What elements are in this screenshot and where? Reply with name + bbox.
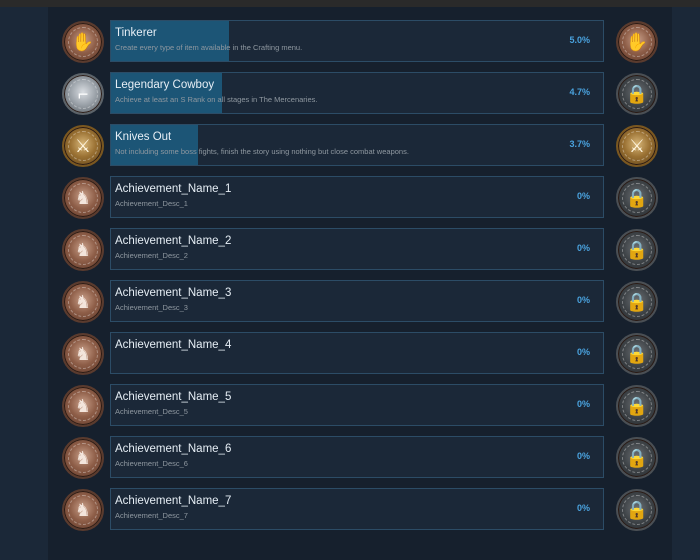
achievement-percent: 0%	[576, 191, 590, 201]
achievement-description: Achievement_Desc_6	[115, 459, 188, 468]
achievement-card[interactable]: Achievement_Name_3 Achievement_Desc_3 0%	[110, 280, 604, 322]
achievement-percent: 0%	[576, 295, 590, 305]
achievement-row[interactable]: ♞ Achievement_Name_1 Achievement_Desc_1 …	[62, 176, 658, 220]
character-icon: ♞	[62, 229, 104, 271]
achievement-description: Not including some boss fights, finish t…	[115, 147, 409, 156]
achievement-description: Achievement_Desc_1	[115, 199, 188, 208]
achievement-title: Achievement_Name_6	[115, 443, 232, 455]
character-icon: ♞	[62, 385, 104, 427]
achievement-percent: 0%	[576, 503, 590, 513]
lock-icon: 🔒	[616, 437, 658, 479]
achievement-title: Legendary Cowboy	[115, 79, 215, 91]
achievement-row[interactable]: ♞ Achievement_Name_6 Achievement_Desc_6 …	[62, 436, 658, 480]
achievement-percent: 5.0%	[569, 35, 590, 45]
achievement-title: Achievement_Name_5	[115, 391, 232, 403]
achievement-percent: 0%	[576, 243, 590, 253]
knife-icon: ⚔	[616, 125, 658, 167]
achievement-row[interactable]: ♞ Achievement_Name_3 Achievement_Desc_3 …	[62, 280, 658, 324]
achievement-card[interactable]: Achievement_Name_1 Achievement_Desc_1 0%	[110, 176, 604, 218]
achievement-title: Achievement_Name_3	[115, 287, 232, 299]
achievement-title: Achievement_Name_1	[115, 183, 232, 195]
hand-icon: ✋	[62, 21, 104, 63]
lock-icon: 🔒	[616, 489, 658, 531]
achievement-title: Achievement_Name_2	[115, 235, 232, 247]
achievement-percent: 4.7%	[569, 87, 590, 97]
lock-icon: 🔒	[616, 177, 658, 219]
lock-icon: 🔒	[616, 73, 658, 115]
achievement-card[interactable]: Achievement_Name_4 0%	[110, 332, 604, 374]
achievement-percent: 0%	[576, 347, 590, 357]
achievement-card[interactable]: Knives Out Not including some boss fight…	[110, 124, 604, 166]
character-icon: ♞	[62, 489, 104, 531]
revolver-icon: ⌐	[62, 73, 104, 115]
character-icon: ♞	[62, 437, 104, 479]
achievement-percent: 0%	[576, 451, 590, 461]
achievement-card[interactable]: Achievement_Name_7 Achievement_Desc_7 0%	[110, 488, 604, 530]
achievement-title: Knives Out	[115, 131, 172, 143]
hand-icon: ✋	[616, 21, 658, 63]
lock-icon: 🔒	[616, 281, 658, 323]
achievement-title: Tinkerer	[115, 27, 157, 39]
achievement-description: Achievement_Desc_7	[115, 511, 188, 520]
achievement-title: Achievement_Name_7	[115, 495, 232, 507]
achievement-row[interactable]: ♞ Achievement_Name_2 Achievement_Desc_2 …	[62, 228, 658, 272]
lock-icon: 🔒	[616, 385, 658, 427]
character-icon: ♞	[62, 333, 104, 375]
achievement-description: Achievement_Desc_5	[115, 407, 188, 416]
achievement-description: Achievement_Desc_2	[115, 251, 188, 260]
achievement-row[interactable]: ⚔ Knives Out Not including some boss fig…	[62, 124, 658, 168]
achievement-percent: 3.7%	[569, 139, 590, 149]
character-icon: ♞	[62, 281, 104, 323]
achievement-row[interactable]: ✋ Tinkerer Create every type of item ava…	[62, 20, 658, 64]
achievement-description: Achieve at least an S Rank on all stages…	[115, 95, 318, 104]
achievement-description: Achievement_Desc_3	[115, 303, 188, 312]
lock-icon: 🔒	[616, 333, 658, 375]
achievement-row[interactable]: ⌐ Legendary Cowboy Achieve at least an S…	[62, 72, 658, 116]
achievement-percent: 0%	[576, 399, 590, 409]
achievement-row[interactable]: ♞ Achievement_Name_4 0% 🔒	[62, 332, 658, 376]
achievement-title: Achievement_Name_4	[115, 339, 232, 351]
achievement-card[interactable]: Tinkerer Create every type of item avail…	[110, 20, 604, 62]
top-bar	[0, 0, 700, 7]
achievement-row[interactable]: ♞ Achievement_Name_7 Achievement_Desc_7 …	[62, 488, 658, 532]
achievement-card[interactable]: Achievement_Name_5 Achievement_Desc_5 0%	[110, 384, 604, 426]
achievement-card[interactable]: Achievement_Name_6 Achievement_Desc_6 0%	[110, 436, 604, 478]
achievement-row[interactable]: ♞ Achievement_Name_5 Achievement_Desc_5 …	[62, 384, 658, 428]
lock-icon: 🔒	[616, 229, 658, 271]
achievement-card[interactable]: Achievement_Name_2 Achievement_Desc_2 0%	[110, 228, 604, 270]
knife-icon: ⚔	[62, 125, 104, 167]
achievement-description: Create every type of item available in t…	[115, 43, 303, 52]
character-icon: ♞	[62, 177, 104, 219]
achievement-card[interactable]: Legendary Cowboy Achieve at least an S R…	[110, 72, 604, 114]
